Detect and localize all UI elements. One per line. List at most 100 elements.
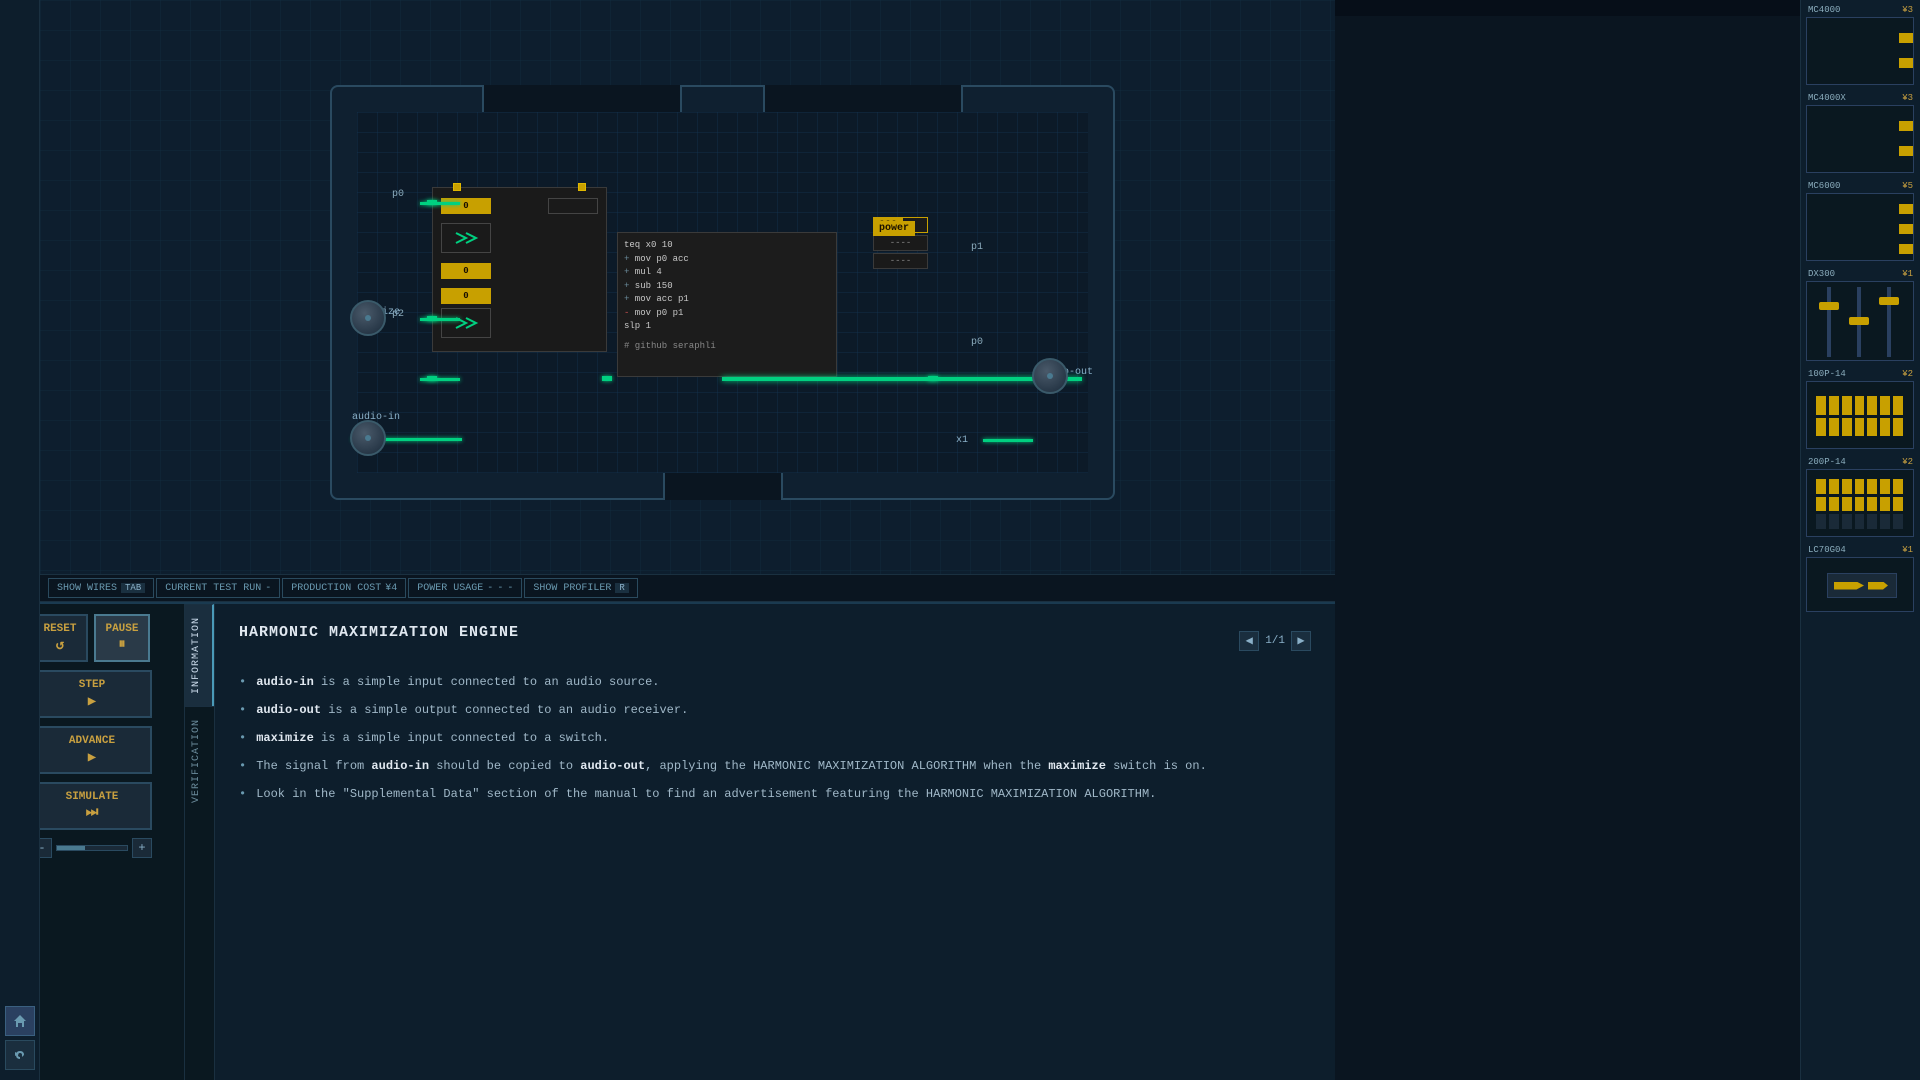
power-usage-val1: - — [487, 583, 493, 594]
info-title: HARMONIC MAXIMIZATION ENGINE — [239, 624, 519, 641]
module-mc4000-preview — [1806, 17, 1914, 85]
show-profiler-key: R — [615, 583, 628, 593]
reset-icon: ↺ — [56, 637, 64, 654]
left-sidebar — [0, 0, 40, 1080]
module-200p14[interactable]: 200P-14 ¥2 — [1806, 457, 1915, 537]
module-100p14-cost: ¥2 — [1902, 369, 1913, 379]
chip-reg-right — [548, 198, 598, 214]
signal-group: acc 0 state ---- power ---- — [873, 217, 928, 269]
module-lc70g04-preview — [1806, 557, 1914, 612]
speed-increase-button[interactable]: + — [132, 838, 152, 858]
chip-pad-2 — [427, 316, 437, 321]
module-lc70g04[interactable]: LC70G04 ¥1 — [1806, 545, 1915, 612]
main-chip[interactable]: 0 0 0 — [432, 187, 607, 352]
wire-p1-main — [722, 377, 1082, 381]
show-wires-label: SHOW WIRES — [57, 583, 117, 594]
simulate-label: SIMULATE — [66, 791, 119, 803]
prev-page-button[interactable]: ◀ — [1239, 631, 1259, 651]
signal-power-label: power — [873, 221, 915, 236]
tab-information[interactable]: INFORMATION — [185, 604, 214, 706]
power-usage-val2: - — [497, 583, 503, 594]
wire-p2 — [420, 378, 460, 381]
power-usage-label: POWER USAGE — [417, 583, 483, 594]
module-mc6000[interactable]: MC6000 ¥5 — [1806, 181, 1915, 261]
module-100p14[interactable]: 100P-14 ¥2 — [1806, 369, 1915, 449]
chip-register-bot: 0 — [441, 288, 491, 304]
info-bullet-3: maximize is a simple input connected to … — [239, 729, 1311, 747]
notch-bottom-center — [663, 470, 783, 500]
module-mc4000[interactable]: MC4000 ¥3 — [1806, 5, 1915, 85]
info-bullet-5: Look in the "Supplemental Data" section … — [239, 785, 1311, 803]
module-200p14-cost: ¥2 — [1902, 457, 1913, 467]
code-line-7: slp 1 — [624, 320, 830, 334]
chip-pad-4 — [602, 376, 612, 381]
code-line-4: + sub 150 — [624, 280, 830, 294]
bottom-panel: RESET ↺ PAUSE ⏸ STEP ▶ ADVANCE ▶ SIMULAT… — [0, 602, 1335, 1080]
undo-button[interactable] — [5, 1040, 35, 1070]
chip-pin — [453, 183, 461, 191]
pause-button[interactable]: PAUSE ⏸ — [94, 614, 150, 662]
code-line-5: + mov acc p1 — [624, 293, 830, 307]
reset-label: RESET — [43, 623, 76, 635]
bold-maximize-2: maximize — [1048, 759, 1106, 773]
wire-maximize — [420, 318, 460, 321]
module-mc6000-cost: ¥5 — [1902, 181, 1913, 191]
status-bar: SHOW WIRES TAB CURRENT TEST RUN - PRODUC… — [40, 574, 1335, 602]
show-wires-item[interactable]: SHOW WIRES TAB — [48, 578, 154, 598]
module-dx300[interactable]: DX300 ¥1 — [1806, 269, 1915, 361]
code-line-1: teq x0 10 — [624, 239, 830, 253]
chip-pin — [578, 183, 586, 191]
next-page-button[interactable]: ▶ — [1291, 631, 1311, 651]
bold-maximize-1: maximize — [256, 731, 314, 745]
tab-strip: INFORMATION VERIFICATION — [185, 604, 215, 1080]
module-mc4000-cost: ¥3 — [1902, 5, 1913, 15]
chip-symbol-2 — [441, 308, 491, 338]
signal-power-val: ---- — [873, 253, 928, 269]
chip-symbol-1 — [441, 223, 491, 253]
right-sidebar: MC4000 ¥3 MC4000X ¥3 MC6000 ¥5 — [1800, 0, 1920, 1080]
module-dx300-preview — [1806, 281, 1914, 361]
main-canvas: p0 p2 p1 p0 maximize audio-in audio-out … — [40, 0, 1335, 600]
module-200p14-name: 200P-14 — [1808, 457, 1846, 467]
current-test-run-label: CURRENT TEST RUN — [165, 583, 261, 594]
pagination-display: 1/1 — [1265, 635, 1285, 647]
module-200p14-preview — [1806, 469, 1914, 537]
bold-audio-in-1: audio-in — [256, 675, 314, 689]
production-cost-val: ¥4 — [385, 583, 397, 594]
info-bullet-1: audio-in is a simple input connected to … — [239, 673, 1311, 691]
knob-audio-out[interactable] — [1032, 358, 1068, 394]
step-button[interactable]: STEP ▶ — [32, 670, 152, 718]
speed-slider[interactable] — [56, 845, 128, 851]
home-button[interactable] — [5, 1006, 35, 1036]
port-label-p1: p1 — [971, 242, 983, 253]
step-icon: ▶ — [88, 693, 96, 710]
module-mc4000x[interactable]: MC4000X ¥3 — [1806, 93, 1915, 173]
pause-label: PAUSE — [105, 623, 138, 635]
show-profiler-item[interactable]: SHOW PROFILER R — [524, 578, 637, 598]
simulate-button[interactable]: SIMULATE ⏭ — [32, 782, 152, 830]
bold-audio-out-1: audio-out — [256, 703, 321, 717]
tab-verification[interactable]: VERIFICATION — [185, 706, 214, 815]
power-usage-item: POWER USAGE - - - — [408, 578, 522, 598]
label-x1: x1 — [956, 435, 968, 446]
code-line-2: + mov p0 acc — [624, 253, 830, 267]
notch-top-left — [482, 85, 682, 115]
step-label: STEP — [79, 679, 105, 691]
knob-audio-in[interactable] — [350, 420, 386, 456]
production-cost-item: PRODUCTION COST ¥4 — [282, 578, 406, 598]
reset-button[interactable]: RESET ↺ — [32, 614, 88, 662]
chip-register-top: 0 — [441, 198, 491, 214]
module-dx300-name: DX300 — [1808, 269, 1835, 279]
advance-label: ADVANCE — [69, 735, 115, 747]
module-lc70g04-name: LC70G04 — [1808, 545, 1846, 555]
advance-icon: ▶ — [88, 749, 96, 766]
module-mc6000-preview — [1806, 193, 1914, 261]
port-label-p0-bottom: p0 — [971, 337, 983, 348]
current-test-run-val: - — [265, 583, 271, 594]
wire-p0-top — [420, 202, 460, 205]
advance-button[interactable]: ADVANCE ▶ — [32, 726, 152, 774]
code-line-6: - mov p0 p1 — [624, 307, 830, 321]
knob-maximize[interactable] — [350, 300, 386, 336]
show-wires-key: TAB — [121, 583, 145, 593]
code-box: teq x0 10 + mov p0 acc + mul 4 + sub 150… — [617, 232, 837, 377]
